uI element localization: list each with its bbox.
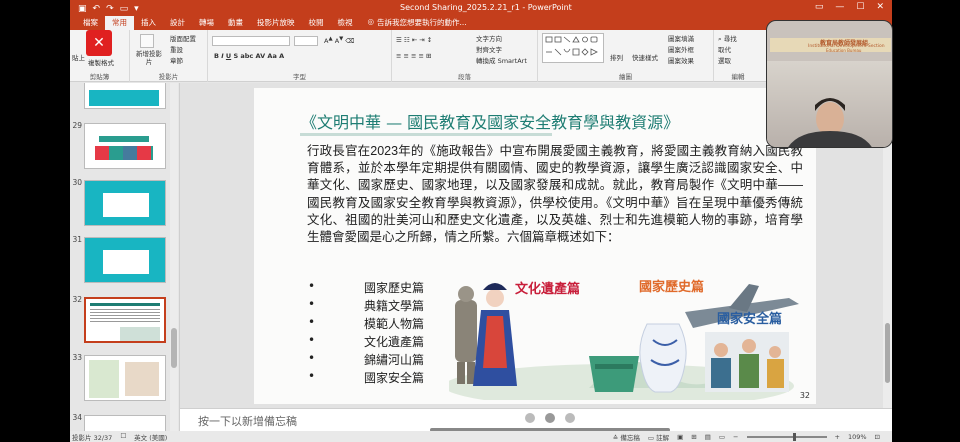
lightbulb-icon: ◎	[367, 17, 375, 26]
porcelain-vase-figure	[639, 323, 687, 393]
tab-insert[interactable]: 插入	[134, 16, 163, 30]
tab-view[interactable]: 檢視	[331, 16, 360, 30]
notes-placeholder[interactable]: 按一下以新增備忘稿	[198, 413, 297, 429]
new-slide-icon[interactable]	[140, 34, 154, 48]
thumb-banner	[89, 90, 159, 106]
reset-button[interactable]: 重設	[170, 44, 183, 54]
tell-me-box[interactable]: ◎ 告訴我您想要執行的動作...	[360, 16, 475, 30]
slideshow-view-icon[interactable]: ▭	[719, 433, 725, 441]
language-indicator[interactable]: 英文 (美國)	[134, 432, 167, 442]
fit-slide-icon[interactable]: ⊡	[875, 433, 880, 441]
shape-effects-button[interactable]: 圖案效果	[668, 55, 694, 65]
terracotta-warrior-figure	[455, 286, 477, 384]
text-direction-button[interactable]: 文字方向	[476, 33, 502, 43]
section-button[interactable]: 章節	[170, 55, 183, 65]
smartart-button[interactable]: 轉換成 SmartArt	[476, 55, 527, 65]
tab-slideshow[interactable]: 投影片放映	[250, 16, 302, 30]
bronze-mask-figure	[589, 356, 639, 392]
slide-number: 32	[799, 391, 810, 400]
status-bar: 投影片 32/37 ☐ 英文 (美國) ≙ 備忘稿 ▭ 註解 ▣ ⊞ ▤ ▭ −…	[70, 431, 892, 442]
webcam-video: 教育局教師發展組 Institutional Development Secti…	[766, 20, 893, 148]
minimize-icon[interactable]: —	[835, 2, 844, 12]
title-bar: ▣ ↶ ↷ ▭ ▾ Second Sharing_2025.2.21_r1 - …	[70, 0, 892, 17]
font-size-dropdown[interactable]	[294, 36, 318, 46]
zoom-level[interactable]: 109%	[848, 433, 867, 441]
quick-access-toolbar: ▣ ↶ ↷ ▭ ▾	[70, 4, 139, 14]
window-controls: ▭ — ☐ ✕	[815, 2, 884, 12]
people-figure	[705, 332, 789, 392]
bold-icon[interactable]: B I U S abc AV Aa A	[214, 52, 284, 60]
zoom-out-icon[interactable]: −	[733, 433, 738, 441]
ribbon-options-icon[interactable]: ▭	[815, 2, 824, 12]
shapes-gallery[interactable]	[542, 33, 604, 63]
normal-view-icon[interactable]: ▣	[677, 433, 683, 441]
title-underline	[300, 133, 552, 136]
shape-fill-button[interactable]: 圖案填滿	[668, 33, 694, 43]
thumbnail-scrollbar[interactable]	[170, 83, 178, 431]
slide-thumbnail-pane: 29 30 31 32 33 34	[70, 83, 180, 431]
window-title: Second Sharing_2025.2.21_r1 - PowerPoint	[400, 3, 572, 12]
slide-body-text[interactable]: 行政長官在2023年的《施政報告》中宣布開展愛國主義教育，將愛國主義教育納入國民…	[307, 143, 803, 246]
group-paragraph: ☰ ☷ ⇤ ⇥ ↕ ≡ ≡ ≡ ≡ ⊞ 文字方向 對齊文字 轉換成 SmartA…	[392, 30, 538, 82]
font-name-dropdown[interactable]	[212, 36, 290, 46]
illustration-graphic	[444, 283, 799, 404]
align-text-button[interactable]: 對齊文字	[476, 44, 502, 54]
shape-outline-button[interactable]: 圖案外框	[668, 44, 694, 54]
mic-muted-icon[interactable]: ✕	[86, 30, 112, 56]
chapter-illustration[interactable]: 文化遺產篇 國家歷史篇 國家安全篇	[444, 268, 804, 404]
sorter-view-icon[interactable]: ⊞	[691, 433, 696, 441]
presenter-figure	[788, 98, 872, 147]
tab-design[interactable]: 設計	[163, 16, 192, 30]
tab-animations[interactable]: 動畫	[221, 16, 250, 30]
notes-toggle-button[interactable]: ≙ 備忘稿	[613, 432, 640, 442]
security-chapter-label: 國家安全篇	[717, 312, 783, 327]
save-icon[interactable]: ▣	[78, 4, 87, 14]
quick-styles-button[interactable]: 快速樣式	[632, 52, 658, 62]
format-painter-button[interactable]: 複製格式	[88, 57, 114, 67]
history-chapter-label: 國家歷史篇	[639, 280, 705, 295]
tab-file[interactable]: 檔案	[76, 16, 105, 30]
comments-toggle-button[interactable]: ▭ 註解	[648, 432, 669, 442]
layout-button[interactable]: 版面配置	[170, 33, 196, 43]
customize-icon[interactable]: ▾	[134, 4, 139, 14]
maximize-icon[interactable]: ☐	[856, 2, 864, 12]
opera-figure	[473, 283, 517, 386]
tab-review[interactable]: 校閱	[302, 16, 331, 30]
group-font: A▲ A▼ ⌫ B I U S abc AV Aa A 字型	[208, 30, 392, 82]
arrange-button[interactable]: 排列	[610, 52, 623, 62]
bullets-icon[interactable]: ☰ ☷ ⇤ ⇥ ↕	[396, 36, 432, 44]
shapes-icon	[545, 36, 598, 56]
zoom-slider[interactable]	[746, 433, 827, 441]
grow-font-icon[interactable]: A▲ A▼ ⌫	[324, 36, 355, 45]
new-slide-button[interactable]: 新增投影片	[134, 50, 164, 66]
find-button[interactable]: ⌕ 尋找	[718, 33, 737, 44]
reading-view-icon[interactable]: ▤	[705, 433, 711, 441]
present-icon[interactable]: ▭	[120, 4, 129, 14]
group-slides: 新增投影片 版面配置 重設 章節 投影片	[130, 30, 208, 82]
slide-title[interactable]: 《文明中華 — 國民教育及國家安全教育學與教資源》	[301, 109, 679, 133]
tab-transitions[interactable]: 轉場	[192, 16, 221, 30]
undo-icon[interactable]: ↶	[93, 4, 101, 14]
group-drawing: 排列 快速樣式 圖案填滿 圖案外框 圖案效果 繪圖	[538, 30, 714, 82]
slide-counter: 投影片 32/37	[72, 434, 113, 442]
select-button[interactable]: 選取	[718, 55, 731, 65]
align-icon[interactable]: ≡ ≡ ≡ ≡ ⊞	[396, 52, 432, 60]
notes-pane[interactable]: 按一下以新增備忘稿	[180, 408, 892, 432]
close-icon[interactable]: ✕	[876, 2, 884, 12]
page-dots	[525, 413, 575, 423]
replace-button[interactable]: 取代	[718, 44, 731, 54]
zoom-in-icon[interactable]: +	[835, 433, 840, 441]
redo-icon[interactable]: ↷	[106, 4, 114, 14]
heritage-chapter-label: 文化遺產篇	[515, 282, 581, 297]
paste-button[interactable]: 貼上	[72, 52, 85, 62]
tab-home[interactable]: 常用	[105, 16, 134, 30]
group-editing: ⌕ 尋找 取代 選取 編輯	[718, 33, 745, 81]
spellcheck-icon[interactable]: ☐	[120, 432, 126, 442]
search-icon: ⌕	[718, 35, 722, 43]
current-slide[interactable]: 《文明中華 — 國民教育及國家安全教育學與教資源》 行政長官在2023年的《施政…	[254, 88, 816, 404]
